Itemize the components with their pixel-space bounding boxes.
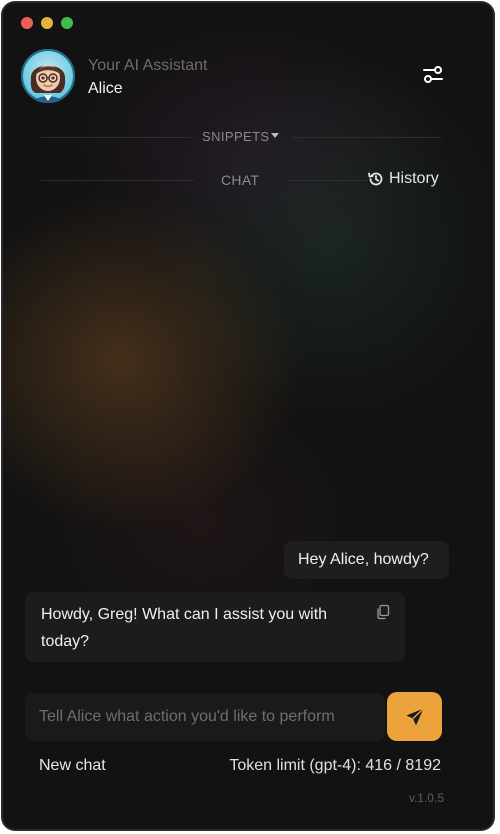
history-icon — [368, 172, 383, 186]
paper-plane-icon — [406, 707, 424, 725]
app-window: Your AI Assistant Alice SNIPPETS CHAT Hi… — [1, 1, 495, 831]
chat-section-label: CHAT — [221, 172, 260, 188]
user-message-text: Hey Alice, howdy? — [298, 551, 429, 568]
divider-line — [291, 137, 441, 138]
snippets-divider: SNIPPETS — [41, 127, 441, 147]
version-label: v.1.0.5 — [408, 791, 444, 805]
caret-down-icon — [271, 133, 279, 138]
history-label: History — [389, 170, 439, 187]
close-window-button[interactable] — [21, 17, 33, 29]
window-controls — [21, 17, 73, 29]
divider-line — [41, 137, 191, 138]
assistant-avatar — [21, 49, 75, 103]
token-limit-text: Token limit (gpt-4): 416 / 8192 — [229, 757, 441, 774]
divider-line — [41, 180, 194, 181]
snippets-toggle[interactable]: SNIPPETS — [202, 129, 270, 144]
history-button[interactable]: History — [367, 170, 439, 188]
assistant-message: Howdy, Greg! What can I assist you with … — [25, 592, 405, 662]
minimize-window-button[interactable] — [41, 17, 53, 29]
message-input[interactable] — [25, 693, 385, 741]
assistant-name: Alice — [88, 80, 123, 97]
zoom-window-button[interactable] — [61, 17, 73, 29]
header-subtitle: Your AI Assistant — [88, 57, 208, 74]
assistant-message-text: Howdy, Greg! What can I assist you with … — [41, 606, 328, 650]
divider-line — [287, 180, 367, 181]
user-message: Hey Alice, howdy? — [284, 541, 449, 579]
copy-icon — [377, 604, 390, 620]
sliders-icon — [423, 66, 443, 83]
copy-button[interactable] — [375, 602, 391, 620]
send-button[interactable] — [387, 692, 442, 741]
settings-button[interactable] — [419, 63, 447, 87]
new-chat-button[interactable]: New chat — [39, 757, 106, 775]
message-input-container — [25, 693, 385, 741]
